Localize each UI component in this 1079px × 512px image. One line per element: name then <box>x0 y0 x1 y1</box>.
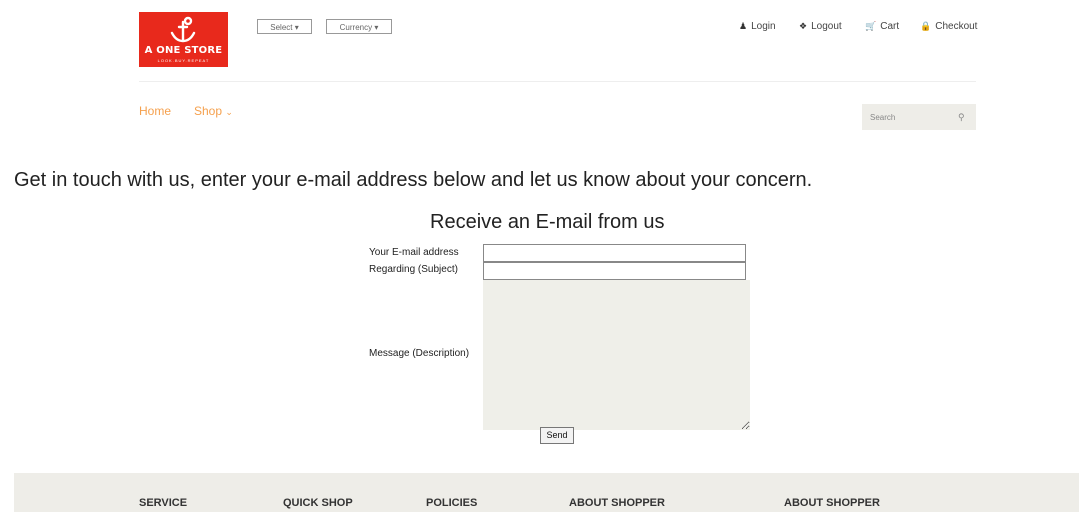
footer-heading-about-shopper: ABOUT SHOPPER <box>569 497 665 509</box>
cart-link[interactable]: 🛒 Cart <box>865 19 899 33</box>
footer-heading-about-shopper-2: ABOUT SHOPPER <box>784 497 880 509</box>
logout-label: Logout <box>811 20 842 32</box>
footer-heading-service: SERVICE <box>139 497 188 509</box>
anchor-icon <box>170 16 196 43</box>
menu-shop-label: Shop <box>194 104 223 118</box>
chevron-down-icon: ⌄ <box>225 107 233 117</box>
cart-label: Cart <box>880 20 900 32</box>
menu-shop[interactable]: Shop ⌄ <box>194 104 233 118</box>
logout-icon: ❖ <box>799 20 808 31</box>
subject-label: Regarding (Subject) <box>369 264 458 275</box>
search-box[interactable]: Search ⚲ <box>862 104 976 130</box>
store-logo[interactable]: A ONE STORE LOOK.BUY.REPEAT <box>139 12 228 67</box>
checkout-link[interactable]: 🔒 Checkout <box>920 19 977 33</box>
email-label: Your E-mail address <box>369 247 459 258</box>
search-input[interactable]: Search <box>870 113 895 122</box>
cart-icon: 🛒 <box>865 20 877 31</box>
message-field[interactable] <box>483 280 750 430</box>
checkout-label: Checkout <box>935 20 978 32</box>
email-field[interactable] <box>483 244 746 262</box>
subject-field[interactable] <box>483 262 746 280</box>
contact-intro: Get in touch with us, enter your e-mail … <box>14 169 813 191</box>
footer-heading-quick-shop: QUICK SHOP <box>283 497 353 509</box>
lock-icon: 🔒 <box>920 20 932 31</box>
menu-home[interactable]: Home <box>139 104 171 118</box>
logout-link[interactable]: ❖ Logout <box>799 19 842 33</box>
message-label: Message (Description) <box>369 348 470 359</box>
brand-name: A ONE STORE <box>144 45 223 56</box>
login-label: Login <box>751 20 776 32</box>
login-link[interactable]: ♟ Login <box>739 19 776 33</box>
form-title: Receive an E-mail from us <box>430 211 665 233</box>
brand-tagline: LOOK.BUY.REPEAT <box>157 58 210 63</box>
search-icon[interactable]: ⚲ <box>958 112 965 123</box>
footer-heading-policies: POLICIES <box>426 497 478 509</box>
user-icon: ♟ <box>739 20 748 31</box>
send-button[interactable]: Send <box>540 427 574 444</box>
header-divider <box>139 81 976 82</box>
select-dropdown[interactable]: Select ▾ <box>257 19 312 34</box>
currency-dropdown[interactable]: Currency ▾ <box>326 19 392 34</box>
